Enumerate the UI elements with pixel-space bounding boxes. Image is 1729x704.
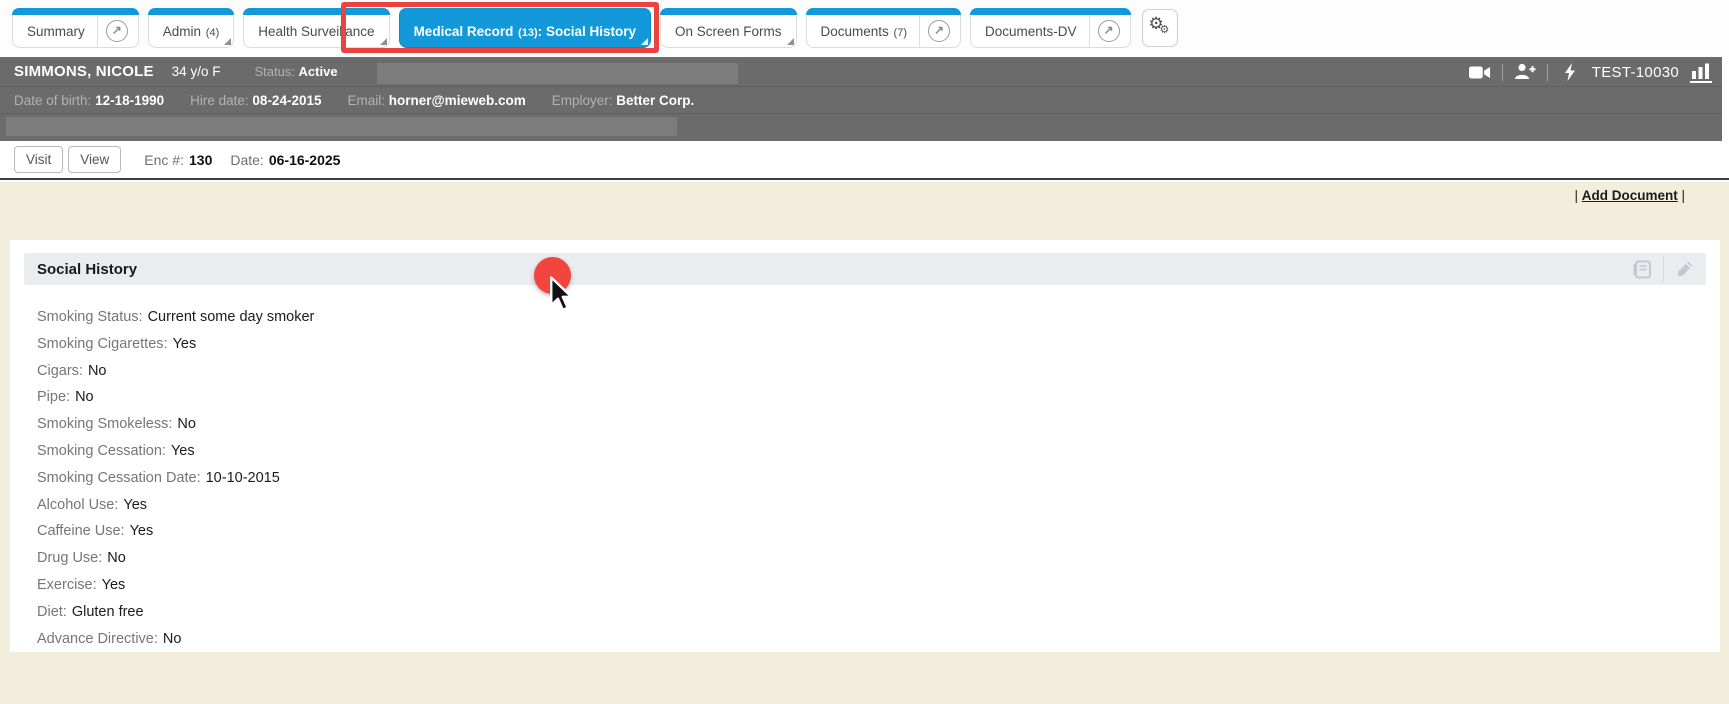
- content-area: | Add Document | Social History Smoking …: [0, 182, 1729, 704]
- tab-documents-dv[interactable]: Documents-DV ↗: [970, 8, 1131, 48]
- tab-divider: [96, 16, 98, 47]
- tab-separator: :: [537, 23, 543, 39]
- visit-button[interactable]: Visit: [14, 146, 64, 173]
- tab-summary[interactable]: Summary ↗: [12, 8, 139, 48]
- view-button[interactable]: View: [68, 146, 122, 173]
- social-history-header: Social History: [24, 253, 1706, 285]
- redaction-box: [6, 117, 677, 136]
- tab-health-surveillance-label: Health Surveillance: [258, 23, 375, 39]
- dropdown-fold-icon: [640, 38, 648, 45]
- hire-date-value: 08-24-2015: [252, 92, 322, 108]
- tab-health-surveillance[interactable]: Health Surveillance: [243, 8, 390, 48]
- email-label: Email:: [347, 92, 385, 108]
- list-item-exercise: Exercise: Yes: [37, 576, 126, 593]
- chart-tab-bar: Summary ↗ Admin (4) Health Surveillance …: [0, 0, 1729, 57]
- dob-value: 12-18-1990: [95, 92, 165, 108]
- redaction-box: [377, 63, 738, 84]
- journal-icon[interactable]: [1631, 258, 1653, 280]
- list-item-diet: Diet: Gluten free: [37, 603, 144, 620]
- panel-title: Social History: [37, 260, 138, 278]
- list-item-caffeine-use: Caffeine Use: Yes: [37, 523, 154, 540]
- patient-name: SIMMONS, NICOLE: [14, 63, 154, 80]
- employer-label: Employer:: [551, 92, 613, 108]
- hire-date-label: Hire date:: [190, 92, 249, 108]
- social-history-card: Social History Smoking Status: Current so…: [10, 240, 1720, 652]
- bar-chart-icon[interactable]: [1690, 61, 1712, 83]
- list-item-pipe: Pipe: No: [37, 389, 94, 406]
- tab-on-screen-forms[interactable]: On Screen Forms: [659, 8, 797, 48]
- list-item-smoking-status: Smoking Status: Current some day smoker: [37, 309, 315, 325]
- tab-documents[interactable]: Documents (7) ↗: [805, 8, 961, 48]
- list-item-advance-directive: Advance Directive: No: [37, 630, 182, 647]
- patient-header-row-1: SIMMONS, NICOLE 34 y/o F Status: Active …: [0, 57, 1722, 87]
- tab-summary-label: Summary: [27, 23, 85, 39]
- social-history-list: Smoking Status: Current some day smoker S…: [37, 304, 1706, 652]
- tab-admin-count: (4): [205, 26, 220, 39]
- edit-pencil-icon[interactable]: [1674, 258, 1696, 280]
- external-link-icon[interactable]: ↗: [928, 20, 950, 42]
- add-document-link[interactable]: Add Document: [1582, 188, 1678, 203]
- gear-small-icon: ⚙: [1159, 24, 1170, 36]
- tab-medical-record-label: Medical Record: [413, 23, 514, 39]
- lightning-bolt-icon[interactable]: [1559, 61, 1581, 83]
- enc-number-value: 130: [189, 151, 213, 168]
- list-item-alcohol-use: Alcohol Use: Yes: [37, 496, 148, 513]
- dob-label: Date of birth:: [14, 92, 92, 108]
- enc-date-label: Date:: [230, 151, 264, 168]
- encounter-toolbar: Visit View Enc #: 130 Date: 06-16-2025: [0, 141, 1729, 180]
- add-document-row: | Add Document |: [1574, 188, 1685, 203]
- pipe-right: |: [1677, 188, 1685, 203]
- patient-header-row-2: Date of birth: 12-18-1990 Hire date: 08-…: [0, 87, 1722, 114]
- enc-number-label: Enc #:: [144, 151, 184, 168]
- external-link-icon[interactable]: ↗: [1097, 20, 1120, 42]
- icon-divider: [1663, 256, 1664, 282]
- icon-divider: [1546, 63, 1548, 81]
- list-item-smoking-cigarettes: Smoking Cigarettes: Yes: [37, 335, 197, 352]
- email-value: horner@mieweb.com: [388, 92, 526, 108]
- list-item-smoking-cessation-date: Smoking Cessation Date: 10-10-2015: [37, 469, 280, 486]
- pipe-left: |: [1574, 188, 1582, 203]
- icon-divider: [1501, 63, 1503, 81]
- status-label: Status:: [254, 64, 295, 79]
- dropdown-fold-icon: [224, 38, 232, 45]
- employer-value: Better Corp.: [616, 92, 695, 108]
- tab-admin-label: Admin: [162, 23, 202, 39]
- status-value: Active: [298, 64, 338, 79]
- patient-header-actions: TEST-10030: [1468, 57, 1712, 87]
- tab-medical-record-active[interactable]: Medical Record (13): Social History: [398, 8, 652, 48]
- patient-header: SIMMONS, NICOLE 34 y/o F Status: Active …: [0, 57, 1722, 141]
- video-camera-icon[interactable]: [1468, 61, 1491, 83]
- list-item-drug-use: Drug Use: No: [37, 550, 126, 567]
- tab-documents-dv-label: Documents-DV: [985, 23, 1077, 39]
- tab-admin[interactable]: Admin (4): [147, 8, 235, 48]
- tab-medical-record-section: Social History: [545, 23, 636, 39]
- tab-documents-label: Documents: [820, 23, 889, 39]
- tab-divider: [919, 16, 920, 47]
- patient-age-sex: 34 y/o F: [171, 64, 221, 79]
- tab-settings-button[interactable]: ⚙ ⚙: [1141, 9, 1178, 47]
- list-item-smoking-cessation: Smoking Cessation: Yes: [37, 442, 195, 459]
- list-item-cigars: Cigars: No: [37, 362, 107, 379]
- tab-divider: [1088, 16, 1090, 47]
- tab-documents-count: (7): [893, 26, 907, 39]
- add-person-icon[interactable]: [1514, 61, 1536, 83]
- chart-id: TEST-10030: [1591, 63, 1679, 81]
- dropdown-fold-icon: [379, 38, 387, 45]
- webchart-screen: Summary ↗ Admin (4) Health Surveillance …: [0, 0, 1729, 704]
- dropdown-fold-icon: [786, 38, 794, 45]
- external-link-icon[interactable]: ↗: [105, 20, 128, 42]
- tab-on-screen-forms-label: On Screen Forms: [674, 23, 782, 39]
- tab-medical-record-count: (13): [518, 26, 538, 39]
- enc-date-value: 06-16-2025: [268, 151, 341, 168]
- list-item-smoking-smokeless: Smoking Smokeless: No: [37, 416, 196, 433]
- patient-header-row-3: [0, 114, 1722, 140]
